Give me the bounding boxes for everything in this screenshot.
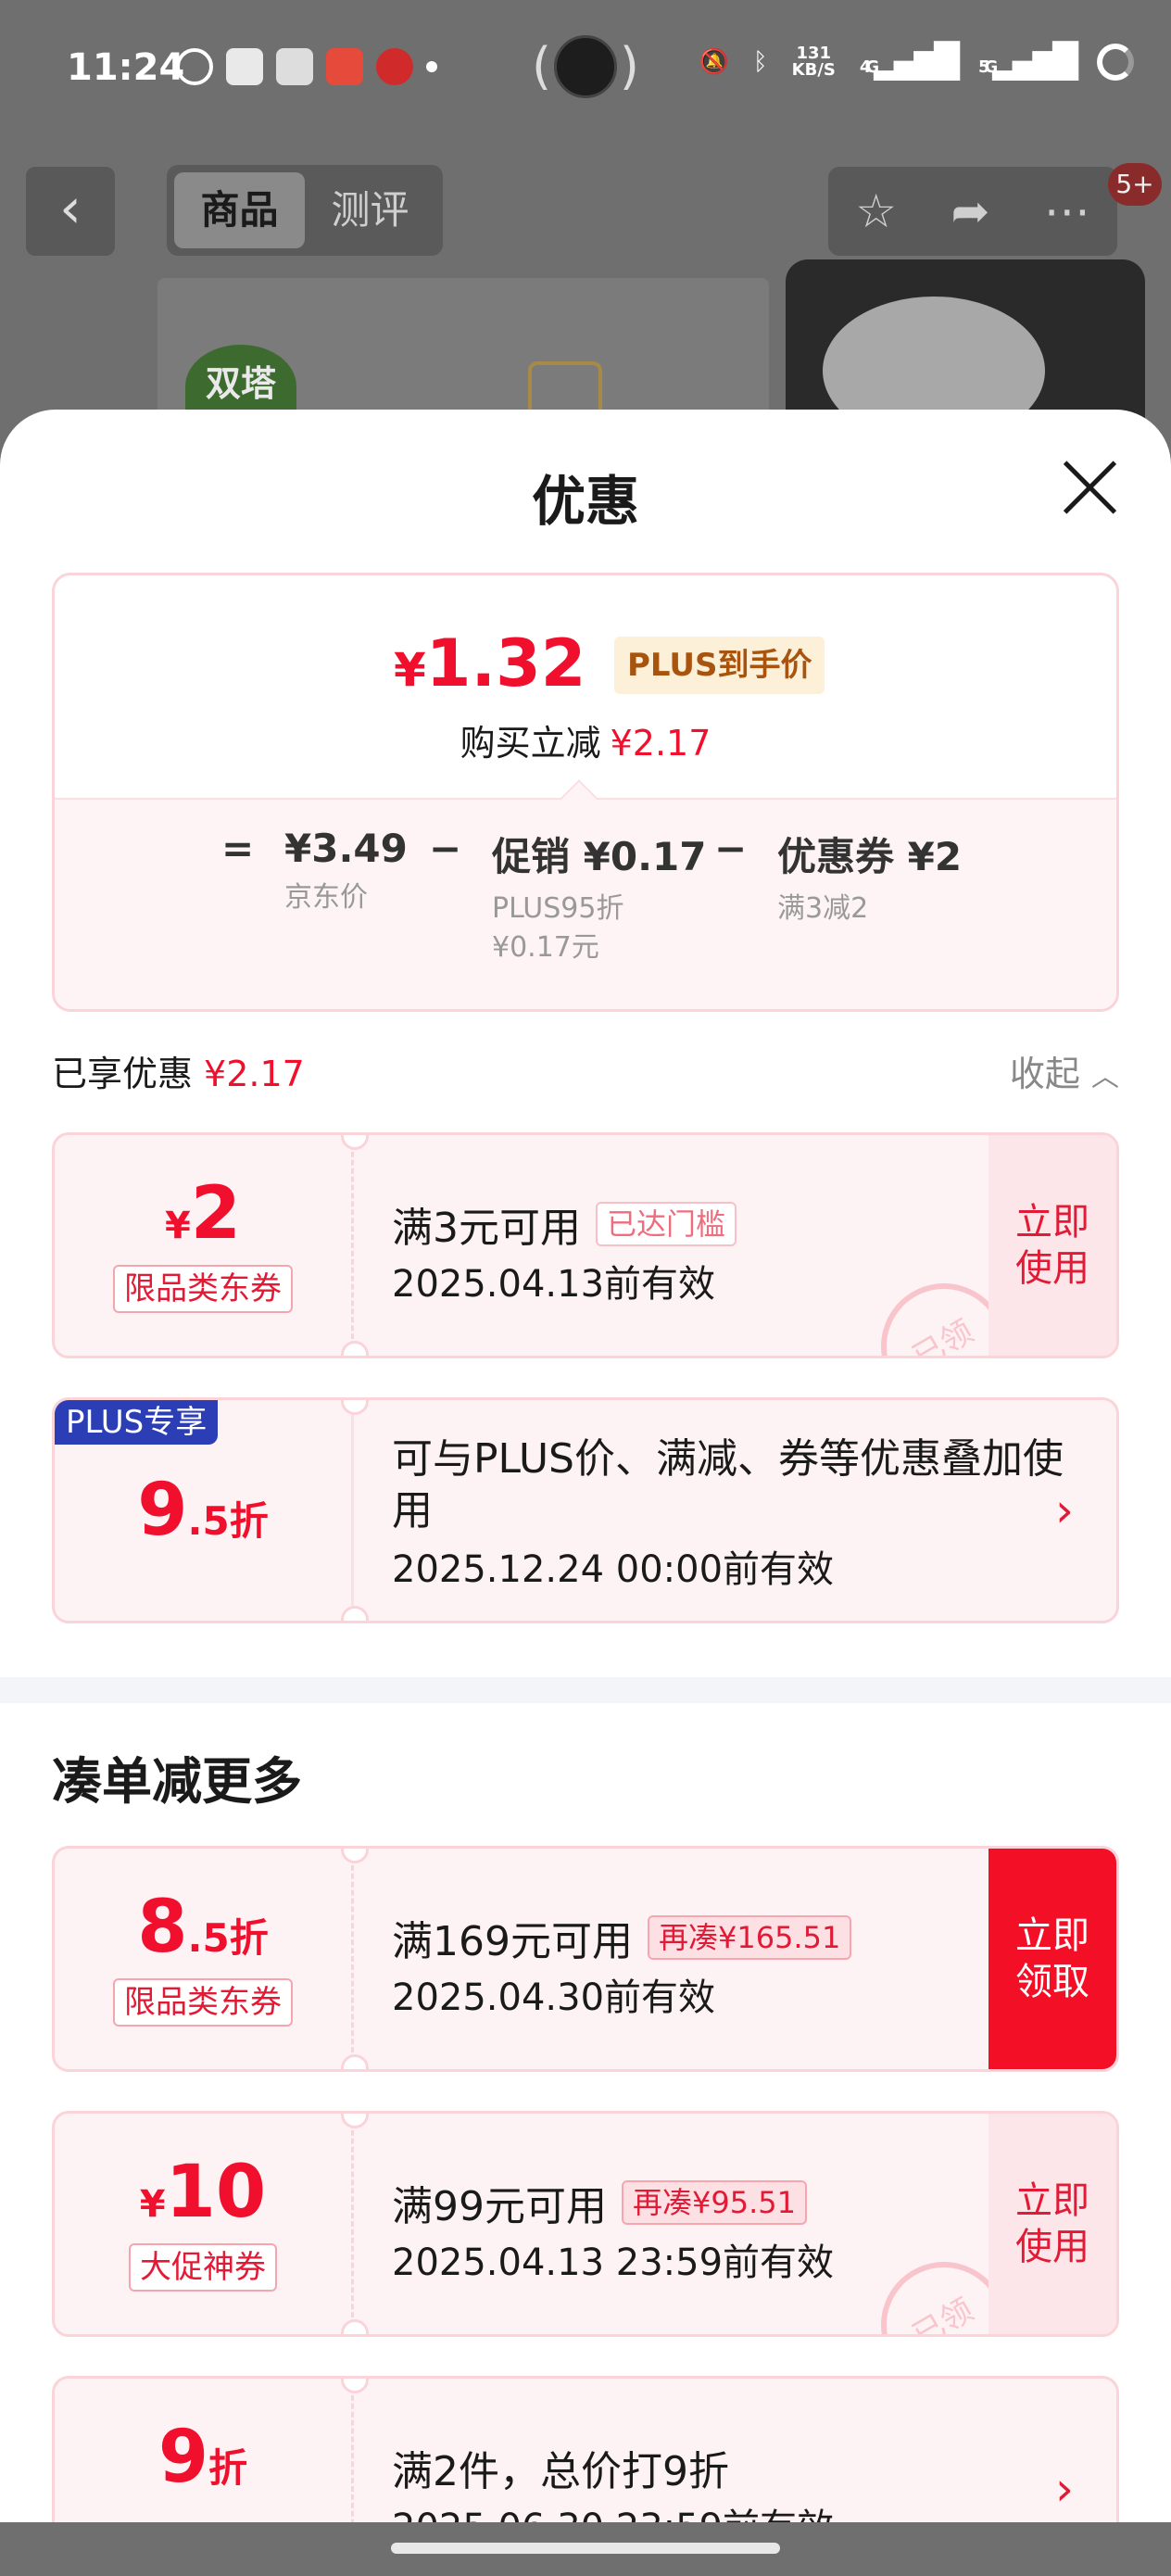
final-price: ¥1.32 <box>394 625 586 701</box>
coupon-card[interactable]: 8.5折 限品类东券 满169元可用 再凑¥165.51 2025.04.30前有… <box>52 1846 1119 2072</box>
tab-product[interactable]: 商品 <box>174 172 305 248</box>
sheet-title: 优惠 <box>531 470 639 533</box>
add-more-tag: 再凑¥165.51 <box>647 1915 852 1960</box>
minus-sign: − <box>429 826 462 871</box>
camera-cutout: ( ) <box>532 35 639 102</box>
network-speed: 131 KB/S <box>791 43 836 80</box>
close-icon[interactable] <box>1060 458 1119 517</box>
section-title: 凑单减更多 <box>52 1752 302 1811</box>
plus-discount-card[interactable]: PLUS专享 9.5折 可与PLUS价、满减、券等优惠叠加使用 2025.12.… <box>52 1397 1119 1623</box>
more-icon[interactable]: ⋯ <box>1044 184 1090 238</box>
coupon-expiry: 2025.04.30前有效 <box>392 1976 716 2019</box>
collapse-button[interactable]: 收起 ︿ <box>1010 1045 1119 1096</box>
system-icons: 🔕 ᛒ 131 KB/S 4G▂▄▆█ 5G▂▄▆█ <box>699 43 1134 81</box>
use-now-button[interactable]: 立即使用 <box>988 2114 1116 2334</box>
wechat-icon <box>176 48 213 85</box>
equals-sign: = <box>221 826 255 871</box>
mute-icon: 🔕 <box>699 47 730 76</box>
chevron-up-icon: ︿ <box>1091 1061 1119 1093</box>
top-tabs: 商品 测评 <box>167 165 443 256</box>
use-now-button[interactable]: 立即使用 <box>988 1135 1116 1356</box>
coupon-type: 限品类东券 <box>113 1978 293 2027</box>
coupon-expiry: 2025.04.13 23:59前有效 <box>392 2241 835 2284</box>
back-button[interactable]: ‹ <box>26 167 115 256</box>
enjoyed-discount: 已享优惠 ¥2.17 <box>52 1054 305 1094</box>
coupon-discount: 优惠券 ¥2 满3减2 <box>777 834 963 925</box>
price-summary-card: ¥1.32 PLUS到手价 购买立减 ¥2.17 = ¥3.49 京东价 − 促销… <box>52 573 1119 1012</box>
more-notifications-dot <box>426 61 437 72</box>
shopping-app-icon <box>326 48 363 85</box>
promo-discount: 促销 ¥0.17 PLUS95折 ¥0.17元 <box>492 834 707 964</box>
coupon-expiry: 2025.04.13前有效 <box>392 1263 716 1306</box>
home-indicator[interactable] <box>391 2543 780 2554</box>
status-bar: 11:24 ( ) 🔕 ᛒ 131 KB/S 4G▂▄▆█ 5G▂▄▆█ <box>0 0 1171 139</box>
jd-price: ¥3.49 京东价 <box>284 826 408 914</box>
threshold-reached-tag: 已达门槛 <box>596 1202 737 1246</box>
chevron-right-icon[interactable]: › <box>1055 1400 1074 1621</box>
status-time: 11:24 <box>67 46 185 89</box>
front-camera-icon <box>554 35 617 98</box>
coupon-condition: 满3元可用 已达门槛 <box>392 1194 737 1254</box>
notification-icons <box>176 48 437 85</box>
coupon-condition: 满99元可用 再凑¥95.51 <box>392 2173 807 2232</box>
coupon-value: ¥2 限品类东券 <box>55 1135 351 1356</box>
signal-4g-icon: 4G▂▄▆█ <box>859 43 960 81</box>
app-icon <box>276 48 313 85</box>
plus-discount-expiry: 2025.12.24 00:00前有效 <box>392 1548 835 1591</box>
section-divider <box>0 1677 1171 1703</box>
coupon-condition: 满2件，总价打9折 <box>392 2448 729 2495</box>
discount-sheet: 优惠 ¥1.32 PLUS到手价 购买立减 ¥2.17 = ¥3.49 京东价 −… <box>0 410 1171 2576</box>
chevron-left-icon: ‹ <box>59 176 82 241</box>
add-more-tag: 再凑¥95.51 <box>622 2180 807 2225</box>
minus-sign: − <box>714 826 748 871</box>
plus-discount-value: 9.5折 <box>137 1469 269 1552</box>
share-icon[interactable]: ➦ <box>951 184 989 238</box>
coupon-value: ¥10 大促神券 <box>55 2114 351 2334</box>
plus-price-tag: PLUS到手价 <box>614 637 825 694</box>
top-actions: ☆ ➦ ⋯ <box>828 167 1117 256</box>
plus-discount-desc: 可与PLUS价、满减、券等优惠叠加使用 <box>392 1435 1064 1534</box>
claim-now-button[interactable]: 立即领取 <box>988 1849 1116 2069</box>
signal-5g-icon: 5G▂▄▆█ <box>977 43 1078 81</box>
tmall-icon <box>376 48 413 85</box>
coupon-card[interactable]: ¥2 限品类东券 满3元可用 已达门槛 2025.04.13前有效 已领 立即使用 <box>52 1132 1119 1358</box>
tab-review[interactable]: 测评 <box>305 172 435 248</box>
coupon-condition: 满169元可用 再凑¥165.51 <box>392 1908 852 1967</box>
battery-icon <box>1097 43 1134 81</box>
star-icon[interactable]: ☆ <box>855 184 897 238</box>
bluetooth-icon: ᛒ <box>753 47 768 76</box>
gesture-bar <box>0 2522 1171 2576</box>
purchase-saving: 购买立减 ¥2.17 <box>460 723 711 764</box>
coupon-type: 大促神券 <box>129 2243 277 2292</box>
message-badge: 5+ <box>1108 163 1162 206</box>
coupon-value: 8.5折 限品类东券 <box>55 1849 351 2069</box>
realme-icon <box>226 48 263 85</box>
price-breakdown: = ¥3.49 京东价 − 促销 ¥0.17 PLUS95折 ¥0.17元 − 优… <box>55 826 1116 992</box>
product-image-flour <box>786 259 1145 426</box>
coupon-type: 限品类东券 <box>113 1265 293 1313</box>
coupon-card[interactable]: ¥10 大促神券 满99元可用 再凑¥95.51 2025.04.13 23:59… <box>52 2111 1119 2337</box>
